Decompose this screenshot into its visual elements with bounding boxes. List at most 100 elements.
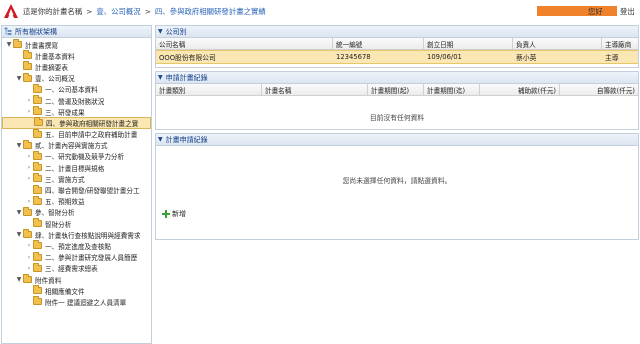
tree-node-label: 五、預期效益 — [45, 198, 85, 207]
collapsed-arrow-icon[interactable]: › — [25, 108, 33, 115]
collapsed-arrow-icon[interactable]: › — [25, 175, 33, 182]
collapsed-arrow-icon[interactable]: › — [25, 265, 33, 272]
tree-node[interactable]: ▼ 肆、計畫執行查核點說明與經費需求 — [2, 229, 151, 240]
tree-node[interactable]: 四、參與政府相關研發計畫之實 — [2, 117, 151, 129]
folder-icon — [33, 83, 42, 93]
tree-node[interactable]: ▼ 計畫書撰寫 — [2, 39, 151, 50]
folder-icon — [33, 251, 42, 261]
tree-node-label: 相關應備文件 — [45, 287, 85, 296]
tree-node-label: 五、目前申請中之政府補助計畫 — [45, 131, 138, 140]
tree-node[interactable]: › 三、研發成果 — [2, 106, 151, 117]
folder-icon — [33, 262, 42, 272]
tree-node-label: 壹、公司概況 — [35, 75, 75, 84]
company-panel-title: 公司別 — [165, 27, 187, 36]
folder-icon — [23, 139, 32, 149]
user-name-badge — [537, 6, 617, 16]
folder-icon — [33, 106, 42, 116]
tree-node[interactable]: 一、公司基本資料 — [2, 83, 151, 95]
collapse-icon[interactable]: ▼ — [158, 74, 163, 81]
tree-node[interactable]: › 一、預定進度及查核點 — [2, 240, 151, 251]
application-panel: ▼ 申請計畫紀錄 計畫類別 計畫名稱 計畫期間(起) 計畫期間(迄) 補助款(仟… — [155, 71, 639, 130]
folder-icon — [33, 285, 42, 295]
folder-icon — [34, 117, 43, 127]
tree-node[interactable]: › 二、營運及財務狀況 — [2, 95, 151, 106]
breadcrumb-item-current[interactable]: 四、參與政府相關研發計畫之實績 — [155, 6, 266, 17]
empty-message: 您尚未選擇任何資料，請點選資料。 — [342, 177, 452, 185]
column-header[interactable]: 創立日期 — [424, 38, 513, 49]
greeting-text: 您好 — [588, 7, 603, 16]
folder-icon — [23, 61, 32, 71]
breadcrumb: 這是你的計畫名稱 > 壹、公司概況 > 四、參與政府相關研發計畫之實績 — [23, 6, 266, 17]
collapse-icon[interactable]: ▼ — [158, 136, 163, 143]
collapsed-arrow-icon[interactable]: › — [25, 198, 33, 205]
tree-node-label: 三、實施方式 — [45, 175, 85, 184]
tree-node-label: 計畫基本資料 — [35, 52, 75, 61]
tree-node[interactable]: 計畫摘要表 — [2, 61, 151, 72]
tree-panel-header: 所有樹狀架構 — [2, 26, 151, 38]
tree-node-label: 附件一 建議迴避之人員清單 — [45, 298, 127, 307]
breadcrumb-item-company[interactable]: 壹、公司概況 — [96, 6, 140, 17]
column-header[interactable]: 計畫期間(迄) — [424, 84, 480, 95]
tree-node-label: 四、參與政府相關研發計畫之實 — [46, 119, 139, 128]
tree-node[interactable]: ▼ 貳、計畫內容與實施方式 — [2, 139, 151, 151]
collapsed-arrow-icon[interactable]: › — [25, 164, 33, 171]
company-panel-header: ▼ 公司別 — [156, 26, 638, 38]
cell-owner: 蔡小英 — [516, 54, 537, 62]
tree-node[interactable]: › 一、研究動機及競爭力分析 — [2, 150, 151, 162]
folder-icon — [23, 229, 32, 239]
folder-icon — [33, 218, 42, 228]
tree-node-label: 四、聯合開發/研發聯盟計畫分工 — [45, 187, 140, 196]
top-header: 這是你的計畫名稱 > 壹、公司概況 > 四、參與政府相關研發計畫之實績 您好 登… — [0, 0, 640, 22]
expanded-arrow-icon[interactable]: ▼ — [15, 75, 23, 82]
tree-node[interactable]: ▼ 參、智財分析 — [2, 206, 151, 218]
tree-node[interactable]: 智財分析 — [2, 218, 151, 229]
expanded-arrow-icon[interactable]: ▼ — [5, 41, 13, 48]
expanded-arrow-icon[interactable]: ▼ — [15, 276, 23, 283]
tree-node[interactable]: 四、聯合開發/研發聯盟計畫分工 — [2, 184, 151, 195]
tree-node[interactable]: › 五、預期效益 — [2, 195, 151, 207]
column-header[interactable]: 補助款(仟元) — [480, 84, 560, 95]
tree-node[interactable]: 相關應備文件 — [2, 285, 151, 296]
tree-node-label: 二、營運及財務狀況 — [45, 97, 105, 106]
column-header[interactable]: 公司名稱 — [156, 38, 333, 49]
column-header[interactable]: 負責人 — [513, 38, 602, 49]
record-panel-header: ▼ 計畫申請紀錄 — [156, 134, 638, 146]
plus-icon — [162, 210, 170, 218]
tree-node[interactable]: ▼ 附件資料 — [2, 274, 151, 285]
column-header[interactable]: 計畫類別 — [156, 84, 262, 95]
company-panel: ▼ 公司別 公司名稱 統一編號 創立日期 負責人 主導廠商 OOO股份有限公司 … — [155, 25, 639, 68]
collapsed-arrow-icon[interactable]: › — [25, 97, 33, 104]
expanded-arrow-icon[interactable]: ▼ — [15, 209, 23, 216]
application-panel-header: ▼ 申請計畫紀錄 — [156, 72, 638, 84]
tree-node[interactable]: 計畫基本資料 — [2, 50, 151, 61]
collapsed-arrow-icon[interactable]: › — [25, 254, 33, 261]
logout-link[interactable]: 登出 — [620, 6, 635, 17]
tree-node[interactable]: ▼ 壹、公司概況 — [2, 72, 151, 84]
column-header[interactable]: 主導廠商 — [602, 38, 638, 49]
tree-node[interactable]: › 三、經費需求總表 — [2, 262, 151, 274]
tree-node[interactable]: 附件一 建議迴避之人員清單 — [2, 296, 151, 307]
tree-node[interactable]: 五、目前申請中之政府補助計畫 — [2, 128, 151, 140]
tree-node-label: 三、經費需求總表 — [45, 265, 98, 274]
cell-tax-id: 12345678 — [336, 53, 371, 61]
folder-icon — [23, 50, 32, 60]
folder-icon — [23, 274, 32, 284]
tree-node[interactable]: › 二、參與計畫研究發展人員簡歷 — [2, 251, 151, 263]
collapsed-arrow-icon[interactable]: › — [25, 153, 33, 160]
column-header[interactable]: 計畫名稱 — [262, 84, 368, 95]
expanded-arrow-icon[interactable]: ▼ — [15, 142, 23, 149]
tree-node-label: 計畫摘要表 — [35, 63, 68, 72]
tree-node[interactable]: › 二、計畫目標與規格 — [2, 162, 151, 173]
add-button[interactable]: 新增 — [162, 209, 186, 219]
collapse-icon[interactable]: ▼ — [158, 28, 163, 35]
folder-icon — [33, 296, 42, 306]
expanded-arrow-icon[interactable]: ▼ — [15, 231, 23, 238]
table-row[interactable]: OOO股份有限公司 12345678 109/06/01 蔡小英 主導 — [156, 50, 638, 64]
tree-node[interactable]: › 三、實施方式 — [2, 173, 151, 184]
column-header[interactable]: 統一編號 — [333, 38, 424, 49]
column-header[interactable]: 自籌款(仟元) — [560, 84, 638, 95]
application-panel-title: 申請計畫紀錄 — [165, 73, 208, 82]
folder-icon — [33, 95, 42, 105]
collapsed-arrow-icon[interactable]: › — [25, 242, 33, 249]
column-header[interactable]: 計畫期間(起) — [368, 84, 424, 95]
